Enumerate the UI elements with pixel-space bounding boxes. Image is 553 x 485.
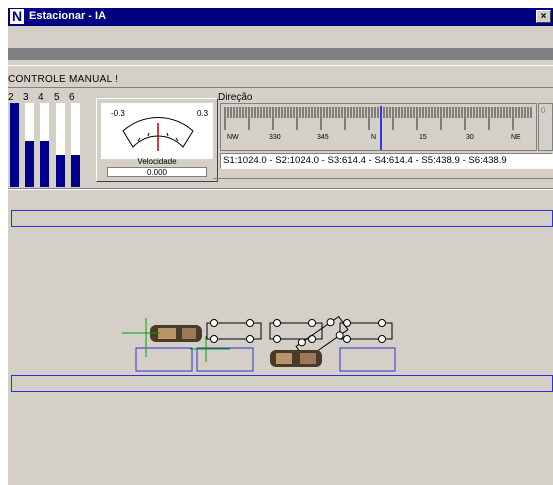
parking-slot: [339, 347, 396, 372]
parked-car-outline: [339, 319, 393, 343]
car-sprite: [270, 350, 322, 367]
parking-scene: [122, 315, 396, 372]
parked-car-outline: [206, 319, 262, 343]
parked-car-outline: [269, 319, 323, 343]
parking-slot: [196, 347, 254, 372]
parking-slot: [135, 347, 193, 372]
